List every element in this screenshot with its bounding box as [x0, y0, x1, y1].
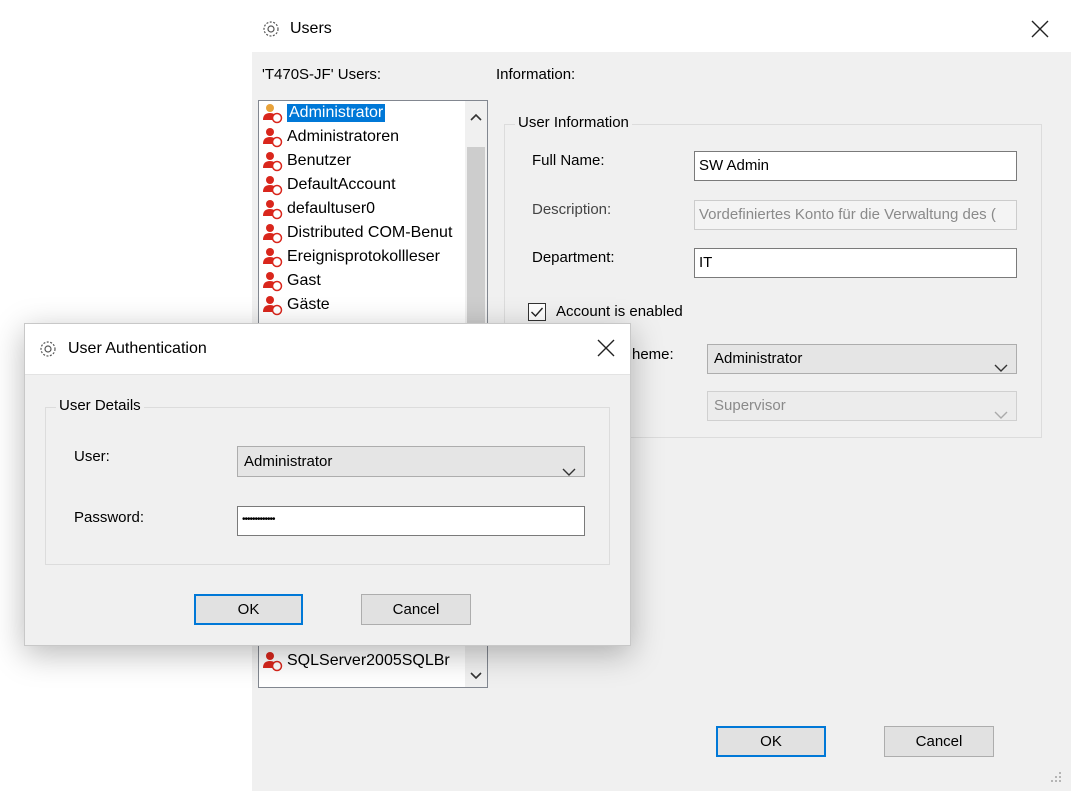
close-icon[interactable] — [596, 338, 616, 358]
user-group-icon — [261, 294, 283, 316]
list-item[interactable]: Gäste — [261, 293, 330, 317]
auth-dialog-title: User Authentication — [68, 340, 207, 358]
scroll-up-icon[interactable] — [470, 109, 482, 126]
close-icon[interactable] — [1030, 19, 1050, 39]
list-item-label: Gast — [287, 272, 321, 290]
user-select[interactable]: Administrator — [237, 446, 585, 477]
auth-dialog: User Authentication User Details User: A… — [24, 323, 631, 646]
user-group-icon — [261, 270, 283, 292]
department-field[interactable]: IT — [694, 248, 1017, 278]
list-item[interactable]: defaultuser0 — [261, 197, 375, 221]
list-item-label: Gäste — [287, 296, 330, 314]
account-enabled-label: Account is enabled — [556, 303, 683, 320]
list-item-label: Administrator — [287, 104, 385, 122]
list-item[interactable]: Administratoren — [261, 125, 399, 149]
list-item[interactable]: Benutzer — [261, 149, 351, 173]
list-item[interactable]: Ereignisprotokollleser — [261, 245, 440, 269]
user-details-group: User Details — [45, 407, 610, 565]
chevron-down-icon — [994, 355, 1008, 383]
user-group-icon — [261, 150, 283, 172]
user-group-icon — [261, 222, 283, 244]
list-item-label: SQLServer2005SQLBr — [287, 652, 450, 670]
theme-value: Administrator — [714, 350, 802, 367]
theme-label: heme: — [632, 346, 674, 363]
role-value: Supervisor — [714, 397, 786, 414]
list-item[interactable]: Gast — [261, 269, 321, 293]
users-cancel-button[interactable]: Cancel — [884, 726, 994, 757]
chevron-down-icon — [994, 402, 1008, 430]
list-item[interactable]: SQLServer2005SQLBr — [261, 649, 450, 673]
checkmark-icon — [529, 304, 545, 320]
auth-titlebar: User Authentication — [25, 324, 630, 375]
list-item-label: Administratoren — [287, 128, 399, 146]
role-select: Supervisor — [707, 391, 1017, 421]
auth-cancel-button[interactable]: Cancel — [361, 594, 471, 625]
user-details-legend: User Details — [56, 397, 144, 414]
description-label: Description: — [532, 201, 611, 218]
list-item[interactable]: Administrator — [261, 101, 385, 125]
user-group-icon — [261, 198, 283, 220]
list-item-label: Distributed COM-Benut — [287, 224, 452, 242]
list-item-label: DefaultAccount — [287, 176, 396, 194]
users-ok-button[interactable]: OK — [716, 726, 826, 757]
theme-select[interactable]: Administrator — [707, 344, 1017, 374]
user-group-icon — [261, 246, 283, 268]
list-item[interactable]: Distributed COM-Benut — [261, 221, 452, 245]
description-field: Vordefiniertes Konto für die Verwaltung … — [694, 200, 1017, 230]
scroll-thumb[interactable] — [467, 147, 485, 347]
user-group-icon — [261, 174, 283, 196]
user-information-legend: User Information — [515, 114, 632, 131]
user-group-icon — [261, 650, 283, 672]
list-item-label: Ereignisprotokollleser — [287, 248, 440, 266]
users-header: 'T470S-JF' Users: — [262, 66, 381, 83]
list-item-label: defaultuser0 — [287, 200, 375, 218]
user-group-icon — [261, 102, 283, 124]
password-label: Password: — [74, 509, 144, 526]
password-field[interactable]: ••••••••••••• — [237, 506, 585, 536]
account-enabled-checkbox[interactable] — [528, 303, 546, 321]
chevron-down-icon — [562, 458, 576, 487]
department-label: Department: — [532, 249, 615, 266]
list-item[interactable]: DefaultAccount — [261, 173, 396, 197]
users-titlebar: Users — [252, 6, 1071, 52]
information-header: Information: — [496, 66, 575, 83]
users-window-title: Users — [290, 20, 332, 38]
gear-icon — [38, 339, 58, 359]
user-select-value: Administrator — [244, 453, 332, 470]
resize-grip-icon[interactable] — [1050, 770, 1062, 782]
list-item-label: Benutzer — [287, 152, 351, 170]
full-name-label: Full Name: — [532, 152, 605, 169]
auth-ok-button[interactable]: OK — [194, 594, 303, 625]
user-label: User: — [74, 448, 110, 465]
user-group-icon — [261, 126, 283, 148]
full-name-field[interactable]: SW Admin — [694, 151, 1017, 181]
gear-icon — [261, 19, 281, 39]
scroll-down-icon[interactable] — [470, 668, 482, 685]
